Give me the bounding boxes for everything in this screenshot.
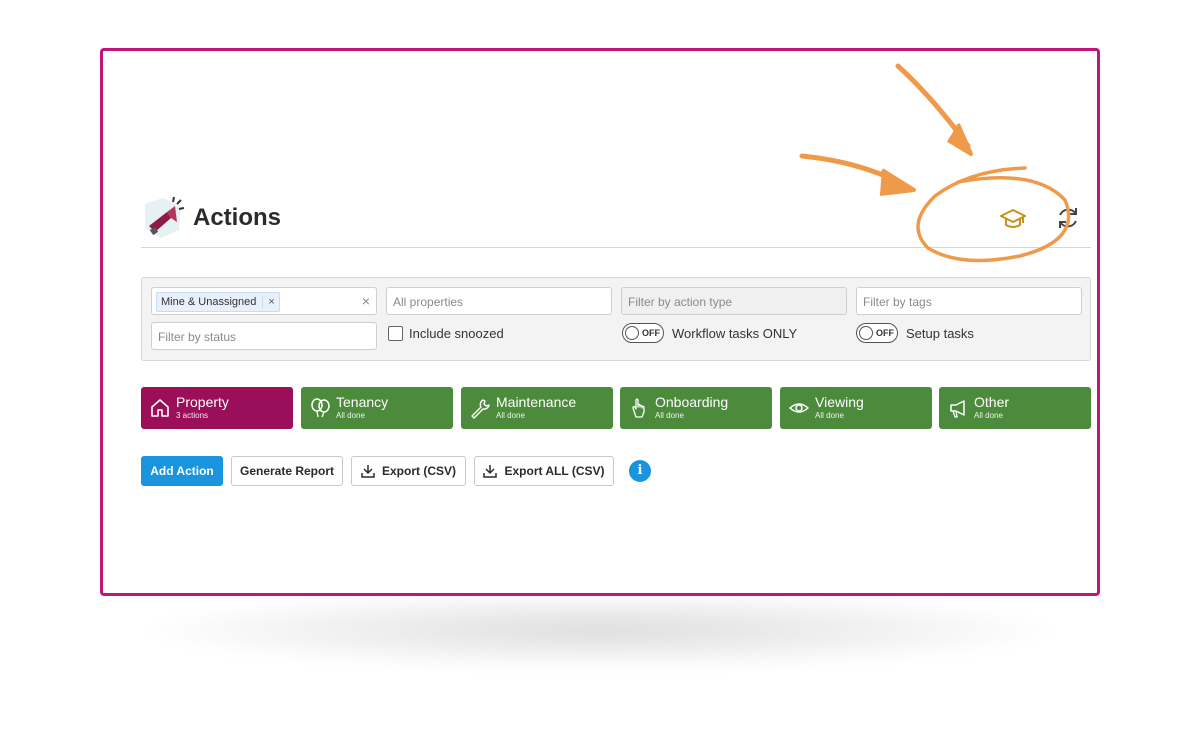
page-header: Actions <box>141 196 1091 248</box>
add-action-button[interactable]: Add Action <box>141 456 223 486</box>
drop-shadow <box>130 590 1070 670</box>
owner-chip: Mine & Unassigned × <box>156 292 280 312</box>
download-icon <box>483 465 498 478</box>
tab-count: All done <box>655 411 684 420</box>
tab-property[interactable]: Property 3 actions <box>141 387 293 429</box>
tab-count: All done <box>496 411 525 420</box>
screenshot-stage: Actions Mine & Unassigned × × All proper… <box>0 0 1200 750</box>
category-tabs: Property 3 actions Tenancy All done Main… <box>141 387 1093 429</box>
action-type-filter[interactable]: Filter by action type <box>621 287 847 315</box>
tab-maintenance[interactable]: Maintenance All done <box>461 387 613 429</box>
app-window: Actions Mine & Unassigned × × All proper… <box>100 48 1100 596</box>
status-filter[interactable]: Filter by status <box>151 322 377 350</box>
tab-label: Property <box>176 394 229 410</box>
tab-count: All done <box>815 411 844 420</box>
balloons-icon <box>311 398 330 418</box>
setup-switch-state: OFF <box>876 328 894 338</box>
tab-onboarding[interactable]: Onboarding All done <box>620 387 772 429</box>
tab-count: All done <box>974 411 1003 420</box>
house-icon <box>151 399 169 417</box>
include-snoozed-checkbox[interactable]: Include snoozed <box>388 326 504 341</box>
checkbox-box[interactable] <box>388 326 403 341</box>
pointer-hand-icon <box>632 398 645 418</box>
owner-chip-label: Mine & Unassigned <box>161 296 257 308</box>
include-snoozed-label: Include snoozed <box>409 326 504 341</box>
tab-label: Onboarding <box>655 394 729 410</box>
megaphone-icon <box>145 196 185 238</box>
refresh-icon[interactable] <box>1055 205 1081 231</box>
tab-label: Viewing <box>815 394 864 410</box>
tab-label: Other <box>974 394 1010 410</box>
tab-other[interactable]: Other All done <box>939 387 1091 429</box>
tab-count: All done <box>336 411 365 420</box>
export-all-csv-label: Export ALL (CSV) <box>504 464 605 478</box>
tags-filter[interactable]: Filter by tags <box>856 287 1082 315</box>
download-icon <box>361 465 375 478</box>
megaphone-icon <box>950 400 965 418</box>
info-icon[interactable]: i <box>629 460 651 482</box>
page-title: Actions <box>193 204 282 231</box>
export-all-csv-button[interactable]: Export ALL (CSV) <box>474 456 614 486</box>
generate-report-button[interactable]: Generate Report <box>231 456 343 486</box>
setup-switch[interactable]: OFF <box>856 323 898 343</box>
tab-viewing[interactable]: Viewing All done <box>780 387 932 429</box>
owner-filter[interactable]: Mine & Unassigned × × <box>151 287 377 315</box>
tab-count: 3 actions <box>176 411 209 420</box>
workflow-label: Workflow tasks ONLY <box>672 325 798 341</box>
properties-filter[interactable]: All properties <box>386 287 612 315</box>
tab-tenancy[interactable]: Tenancy All done <box>301 387 453 429</box>
workflow-switch[interactable]: OFF <box>622 323 664 343</box>
export-csv-label: Export (CSV) <box>381 464 456 478</box>
clear-icon[interactable]: × <box>362 293 370 309</box>
wrench-icon <box>471 399 490 419</box>
tab-label: Maintenance <box>496 394 577 410</box>
eye-icon <box>788 403 810 413</box>
workflow-switch-state: OFF <box>642 328 660 338</box>
graduation-cap-icon[interactable] <box>999 206 1027 230</box>
setup-label: Setup tasks <box>906 325 974 341</box>
filter-panel: Mine & Unassigned × × All properties Fil… <box>141 277 1091 361</box>
export-csv-button[interactable]: Export (CSV) <box>351 456 466 486</box>
chip-remove-icon[interactable]: × <box>262 296 275 308</box>
setup-toggle[interactable]: OFF Setup tasks <box>856 323 974 343</box>
workflow-toggle[interactable]: OFF Workflow tasks ONLY <box>622 323 797 343</box>
tab-label: Tenancy <box>336 394 389 410</box>
